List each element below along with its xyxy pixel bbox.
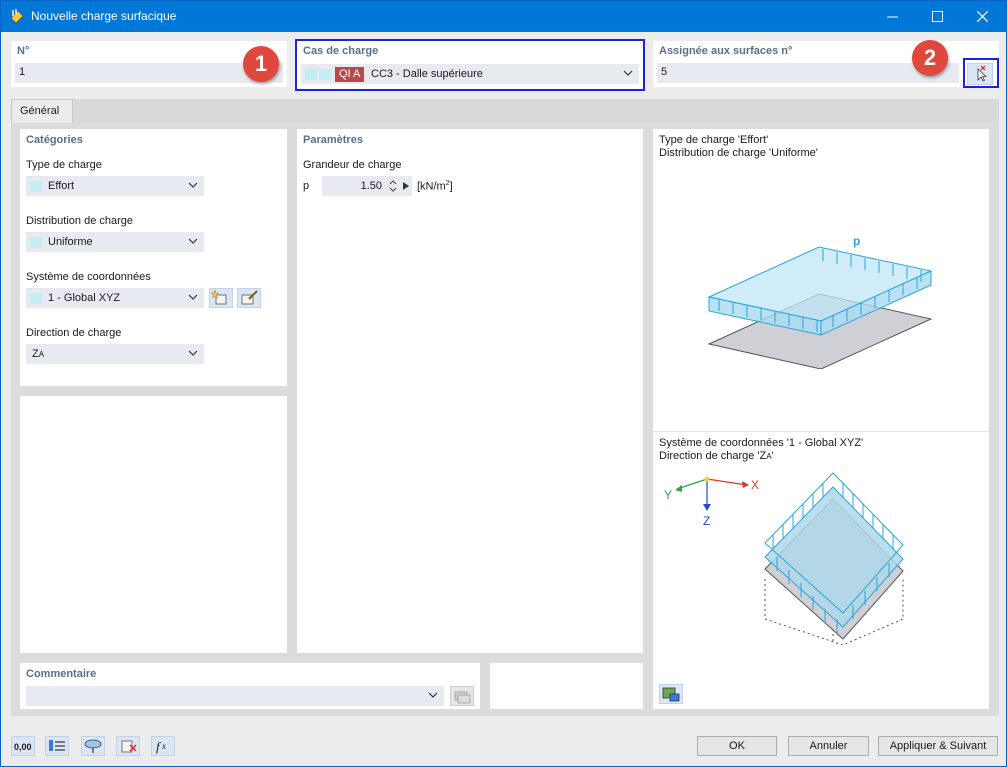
new-coord-system-icon — [210, 289, 227, 305]
distribution-swatch — [30, 237, 42, 248]
load-direction-diagram — [764, 472, 904, 646]
p-value: 1.50 — [360, 180, 382, 192]
loadcase-highlight — [295, 39, 645, 91]
number-label: N° — [17, 45, 30, 57]
view-icon — [84, 739, 102, 753]
pick-button-highlight — [963, 58, 999, 88]
edit-coord-system-button[interactable] — [237, 288, 261, 308]
display-settings-icon — [662, 687, 680, 702]
coord-system-swatch — [30, 293, 42, 304]
minimize-icon — [886, 16, 898, 18]
formula-button[interactable]: f x — [151, 736, 175, 756]
assigned-field-group: Assignée aux surfaces n° 5 — [653, 41, 999, 87]
distribution-label: Distribution de charge — [26, 215, 134, 227]
delete-selection-button[interactable] — [116, 736, 140, 756]
spinner-icon[interactable] — [389, 179, 397, 193]
empty-options-panel — [20, 396, 287, 653]
tab-general[interactable]: Général — [11, 99, 73, 123]
chevron-down-icon — [188, 182, 198, 188]
uniform-load-diagram: p — [707, 234, 933, 369]
coordinate-axes-diagram: X Y Z — [664, 476, 759, 528]
comment-library-button[interactable] — [450, 686, 474, 706]
chevron-down-icon — [428, 692, 438, 698]
bottom-bar: 0,00 f x OK Annuler Appliquer & Suivant — [1, 724, 1006, 766]
units-icon: 0,00 — [14, 742, 32, 752]
preview-divider — [653, 431, 989, 432]
new-coord-system-button[interactable] — [209, 288, 233, 308]
assigned-label: Assignée aux surfaces n° — [659, 45, 793, 57]
apply-next-button[interactable]: Appliquer & Suivant — [878, 736, 998, 756]
title-bar[interactable]: Nouvelle charge surfacique — [1, 1, 1006, 32]
comment-panel: Commentaire — [20, 663, 480, 709]
comment-label: Commentaire — [26, 668, 97, 680]
distribution-value: Uniforme — [48, 236, 93, 248]
info-direction: Direction de charge 'ZA' — [659, 450, 774, 462]
formula-icon: f x — [156, 739, 166, 754]
edit-coord-system-icon — [241, 290, 258, 305]
maximize-button[interactable] — [915, 1, 959, 32]
app-icon — [10, 9, 24, 24]
chevron-down-icon — [188, 294, 198, 300]
maximize-icon — [931, 11, 943, 22]
close-button[interactable] — [960, 1, 1004, 32]
info-list-button[interactable] — [45, 736, 69, 756]
coord-system-label: Système de coordonnées — [26, 271, 151, 283]
axis-z-label: Z — [703, 514, 710, 528]
ok-button[interactable]: OK — [697, 736, 777, 756]
preview-options-button[interactable] — [659, 684, 683, 704]
comment-library-icon — [454, 691, 471, 704]
distribution-select[interactable]: Uniforme — [26, 232, 204, 252]
parameters-title: Paramètres — [303, 134, 363, 146]
info-preview-panel: Type de charge 'Effort' Distribution de … — [653, 129, 989, 709]
arrow-right-icon[interactable] — [403, 182, 409, 190]
load-type-select[interactable]: Effort — [26, 176, 204, 196]
dialog-window: Nouvelle charge surfacique N° 1 Cas de c… — [0, 0, 1007, 767]
p-unit: [kN/m2] — [417, 180, 453, 193]
info-coord-system: Système de coordonnées '1 - Global XYZ' — [659, 437, 864, 449]
p-symbol: p — [303, 180, 310, 192]
view-button[interactable] — [81, 736, 105, 756]
close-icon — [976, 10, 988, 23]
coord-system-select[interactable]: 1 - Global XYZ — [26, 288, 204, 308]
info-distribution: Distribution de charge 'Uniforme' — [659, 147, 818, 159]
info-list-icon — [49, 740, 65, 751]
dialog-client: N° 1 Cas de charge QI A CC3 - Dalle supé… — [1, 32, 1006, 766]
diagram-p-label: p — [853, 234, 860, 248]
parameters-panel: Paramètres Grandeur de charge p 1.50 [kN… — [297, 129, 643, 653]
p-value-input[interactable]: 1.50 — [322, 176, 412, 196]
coord-system-value: 1 - Global XYZ — [48, 292, 121, 304]
direction-value: ZA — [32, 348, 45, 360]
callout-badge-2: 2 — [912, 40, 948, 76]
chevron-down-icon — [188, 238, 198, 244]
window-title: Nouvelle charge surfacique — [31, 9, 177, 23]
svg-text:x: x — [161, 741, 166, 751]
units-button[interactable]: 0,00 — [11, 736, 35, 756]
direction-label: Direction de charge — [26, 327, 122, 339]
chevron-down-icon — [188, 350, 198, 356]
callout-badge-1: 1 — [243, 46, 279, 82]
delete-selection-icon — [121, 740, 137, 753]
comment-input[interactable] — [26, 686, 444, 706]
axis-y-label: Y — [664, 488, 672, 502]
categories-title: Catégories — [26, 134, 83, 146]
load-type-value: Effort — [48, 180, 75, 192]
tab-panel-general: Catégories Type de charge Effort Distrib… — [11, 123, 999, 716]
load-type-label: Type de charge — [26, 159, 102, 171]
direction-select[interactable]: ZA — [26, 344, 204, 364]
empty-side-panel — [490, 663, 643, 709]
cancel-button[interactable]: Annuler — [788, 736, 869, 756]
categories-panel: Catégories Type de charge Effort Distrib… — [20, 129, 287, 386]
minimize-button[interactable] — [870, 1, 914, 32]
info-load-type: Type de charge 'Effort' — [659, 134, 769, 146]
tab-strip: Général — [11, 99, 999, 123]
magnitude-label: Grandeur de charge — [303, 159, 402, 171]
load-type-swatch — [30, 181, 42, 192]
